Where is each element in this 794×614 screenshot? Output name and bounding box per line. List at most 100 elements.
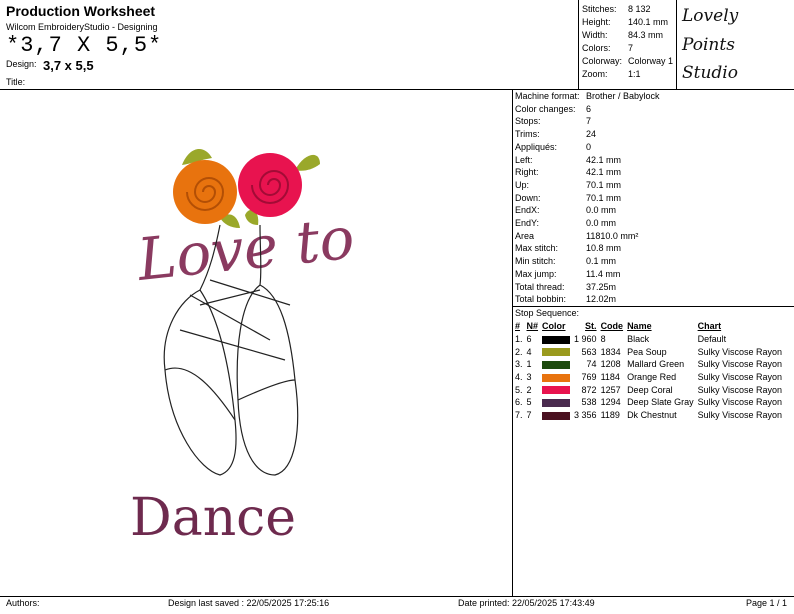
row-stitches: 3 356 (574, 410, 597, 421)
row-num: 3. (515, 359, 523, 370)
machine-value: 0.1 mm (586, 256, 617, 267)
row-stitches: 769 (581, 372, 597, 383)
pink-rose-icon (238, 153, 302, 217)
table-row: 5. 2 872 1257 Deep Coral Sulky Viscose Rayon (513, 383, 784, 396)
row-name: Deep Slate Gray (627, 397, 694, 408)
summary-label: Width: (582, 30, 608, 40)
summary-value: 84.3 mm (628, 30, 664, 40)
machine-value: 37.25m (586, 281, 617, 292)
machine-label: Total thread: (515, 281, 565, 292)
table-row: 1. 6 1 960 8 Black Default (513, 333, 784, 346)
orange-rose-icon (173, 160, 237, 224)
table-row: 3. 1 74 1208 Mallard Green Sulky Viscose Rayo… (513, 358, 784, 371)
title-label: Title: (6, 77, 26, 87)
row-name: Pea Soup (627, 346, 667, 357)
row-num: 1. (515, 334, 523, 345)
machine-value: 12.02m (586, 294, 617, 305)
col-name: Name (627, 321, 652, 332)
machine-label: Machine format: (515, 91, 580, 101)
row-stitches: 538 (581, 397, 597, 408)
footer-saved: Design last saved : 22/05/2025 17:25:16 (168, 598, 330, 608)
app-subtitle: Wilcom EmbroideryStudio - Designing (6, 22, 158, 32)
col-color: Color (542, 321, 566, 332)
row-code: 1189 (600, 410, 620, 421)
col-chart: Chart (697, 321, 722, 332)
table-row: 4. 3 769 1184 Orange Red Sulky Viscose Rayon (513, 371, 784, 384)
leaf-icon (295, 154, 320, 171)
design-value: 3,7 x 5,5 (43, 58, 94, 73)
row-chart: Sulky Viscose Rayon (697, 410, 782, 421)
machine-label: EndX: (515, 205, 540, 216)
col-code: Code (600, 321, 624, 332)
row-n: 1 (526, 359, 532, 370)
logo-line-1: Lovely (682, 6, 739, 26)
row-n: 2 (526, 384, 532, 395)
row-name: Mallard Green (627, 359, 685, 370)
machine-label: Color changes: (515, 103, 576, 114)
summary-value: 140.1 mm (628, 17, 669, 27)
summary-label: Stitches: (582, 4, 617, 14)
summary-value: 7 (628, 43, 634, 53)
stop-sequence-title: Stop Sequence: (515, 308, 580, 318)
row-name: Deep Coral (627, 384, 673, 395)
logo-line-3: Studio (682, 63, 738, 83)
col-n: N# (526, 321, 539, 332)
machine-value: 42.1 mm (586, 167, 622, 178)
machine-label: Up: (515, 179, 530, 190)
col-num: # (515, 321, 521, 332)
summary-value: Colorway 1 (628, 56, 674, 66)
footer-printed: Date printed: 22/05/2025 17:43:49 (458, 598, 595, 608)
color-swatch (542, 373, 571, 382)
color-cell (540, 383, 572, 396)
row-num: 5. (515, 384, 523, 395)
footer-page: Page 1 / 1 (746, 598, 788, 608)
machine-label: Max jump: (515, 268, 557, 279)
design-name-large: *3,7 X 5,5* (6, 33, 163, 58)
row-code: 8 (600, 334, 606, 345)
row-num: 7. (515, 410, 523, 421)
machine-label: Down: (515, 192, 541, 203)
machine-value: Brother / Babylock (586, 91, 660, 101)
machine-value: 0.0 mm (586, 205, 617, 216)
machine-value: 7 (586, 116, 592, 127)
dance-text: Dance (130, 488, 296, 548)
color-swatch (542, 399, 571, 408)
row-chart: Sulky Viscose Rayon (697, 397, 782, 408)
row-name: Dk Chestnut (627, 410, 677, 421)
machine-value: 11.4 mm (586, 268, 621, 279)
machine-label: Max stitch: (515, 243, 559, 254)
row-stitches: 872 (581, 384, 597, 395)
machine-label: Total bobbin: (515, 294, 567, 305)
row-code: 1834 (600, 346, 621, 357)
machine-value: 70.1 mm (586, 179, 622, 190)
row-num: 2. (515, 346, 523, 357)
color-cell (540, 333, 572, 346)
machine-label: Area (515, 230, 535, 241)
machine-value: 11810.0 mm² (586, 230, 639, 241)
color-cell (540, 358, 572, 371)
machine-value: 10.8 mm (586, 243, 622, 254)
table-header-row: # N# Color St. Code Name Chart (513, 320, 784, 333)
row-stitches: 1 960 (574, 334, 597, 345)
stop-sequence-table: # N# Color St. Code Name Chart 1. 6 1 960 8… (513, 320, 784, 422)
row-name: Black (627, 334, 650, 345)
row-n: 5 (526, 397, 532, 408)
row-code: 1257 (600, 384, 621, 395)
color-swatch (542, 386, 571, 395)
summary-value: 1:1 (628, 69, 641, 79)
machine-label: Trims: (515, 129, 540, 140)
machine-value: 24 (586, 129, 597, 140)
row-chart: Sulky Viscose Rayon (697, 372, 782, 383)
footer-authors: Authors: (6, 598, 40, 608)
machine-value: 70.1 mm (586, 192, 622, 203)
color-swatch (542, 411, 571, 420)
machine-label: Appliqués: (515, 141, 558, 152)
row-chart: Default (697, 334, 727, 345)
machine-label: EndY: (515, 218, 540, 228)
machine-value: 0.0 mm (586, 218, 617, 228)
row-num: 4. (515, 372, 523, 383)
machine-label: Min stitch: (515, 256, 556, 267)
table-row: 7. 7 3 356 1189 Dk Chestnut Sulky Viscose Ray… (513, 409, 784, 422)
row-code: 1208 (600, 359, 621, 370)
machine-label: Right: (515, 167, 539, 178)
